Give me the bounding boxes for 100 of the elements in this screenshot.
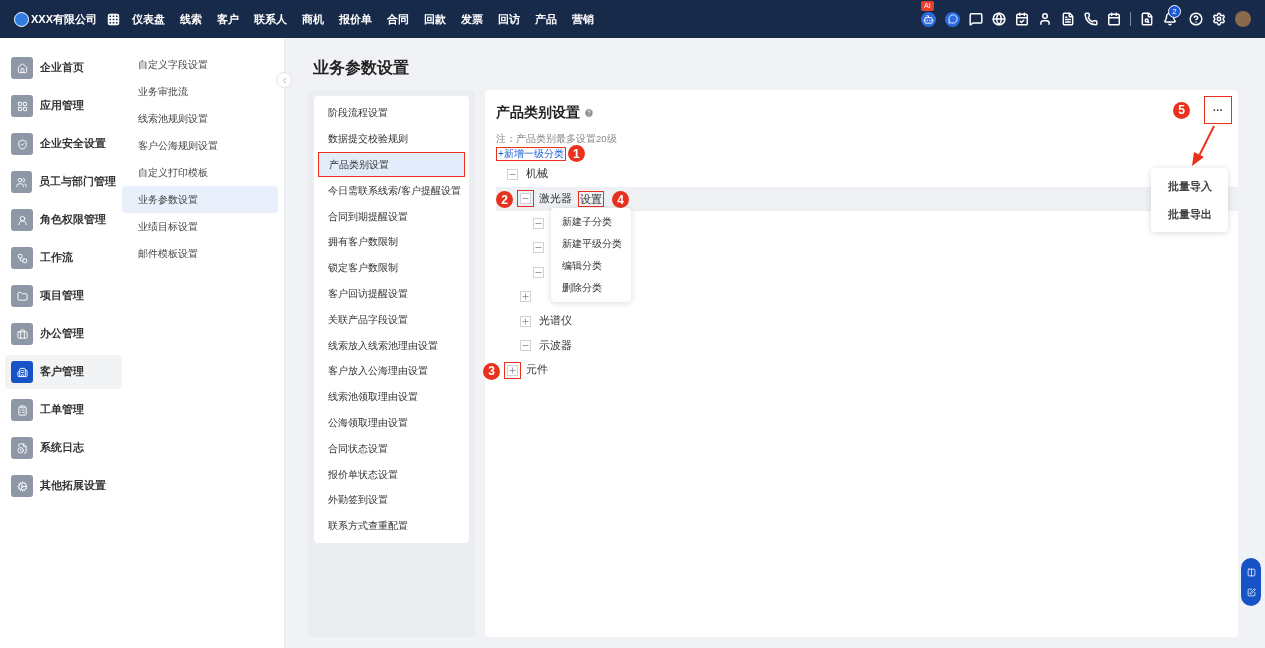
settings-link[interactable]: 设置: [578, 190, 604, 207]
sidebar-item[interactable]: 企业首页: [5, 51, 122, 85]
category-label[interactable]: 元件: [526, 362, 548, 379]
settings-item[interactable]: 锁定客户数限制: [318, 254, 465, 281]
settings-item[interactable]: 拥有客户数限制: [318, 229, 465, 255]
sidebar-item[interactable]: 系统日志: [5, 431, 122, 465]
settings-icon[interactable]: [1212, 12, 1226, 26]
settings-item[interactable]: 合同到期提醒设置: [318, 203, 465, 229]
menu-item[interactable]: 编辑分类: [551, 254, 631, 277]
collapse-toggle[interactable]: [520, 193, 531, 205]
avatar[interactable]: [1235, 11, 1251, 27]
submenu-item[interactable]: 线索池规则设置: [122, 105, 278, 132]
category-label[interactable]: 光谱仪: [539, 313, 572, 330]
sidebar-item[interactable]: 应用管理: [5, 89, 122, 123]
notification-badge: 2: [1168, 5, 1181, 18]
sidebar-item[interactable]: 办公管理: [5, 317, 122, 351]
settings-item[interactable]: 客户回访提醒设置: [318, 280, 465, 307]
edit-icon[interactable]: [1246, 587, 1256, 597]
settings-item[interactable]: 报价单状态设置: [318, 461, 465, 487]
calendar-icon[interactable]: [1107, 12, 1121, 26]
step-marker: 2: [496, 191, 513, 209]
submenu-item[interactable]: 客户公海规则设置: [122, 132, 278, 159]
calendar-check-icon[interactable]: [1015, 12, 1029, 26]
nav-link[interactable]: 回访: [498, 10, 520, 28]
nav-link[interactable]: 回款: [424, 10, 446, 28]
expand-toggle[interactable]: [507, 364, 518, 376]
apps-icon[interactable]: [107, 12, 120, 26]
panel-icon[interactable]: [1246, 567, 1256, 577]
submenu-item[interactable]: 邮件模板设置: [122, 240, 278, 267]
settings-item[interactable]: 关联产品字段设置: [318, 306, 465, 333]
sidebar-item[interactable]: 员工与部门管理: [5, 165, 122, 199]
globe-icon[interactable]: [992, 12, 1006, 26]
message-button[interactable]: [945, 11, 960, 27]
chat-icon[interactable]: [969, 12, 983, 26]
assistant-button[interactable]: [921, 11, 936, 27]
menu-item[interactable]: 批量导出: [1151, 200, 1228, 228]
expand-toggle[interactable]: [520, 315, 531, 327]
collapse-toggle[interactable]: [520, 340, 531, 352]
company-name: XXX有限公司: [31, 11, 97, 27]
sidebar-item[interactable]: 角色权限管理: [5, 203, 122, 237]
nav-link[interactable]: 合同: [387, 10, 409, 28]
phone-icon[interactable]: [1084, 12, 1098, 26]
expand-toggle[interactable]: [520, 291, 531, 303]
document-icon[interactable]: [1061, 12, 1075, 26]
sidebar-item[interactable]: 工单管理: [5, 393, 122, 427]
settings-item[interactable]: 数据提交校验规则: [318, 125, 465, 152]
sidebar-item[interactable]: 项目管理: [5, 279, 122, 313]
menu-item[interactable]: 批量导入: [1151, 172, 1228, 200]
settings-item[interactable]: 联系方式查重配置: [318, 512, 465, 539]
submenu-item[interactable]: 自定义字段设置: [122, 51, 278, 78]
nav-link[interactable]: 营销: [572, 10, 594, 28]
add-category-link[interactable]: +新增一级分类: [496, 146, 566, 161]
robot-icon: [923, 13, 934, 25]
nav-link[interactable]: 联系人: [254, 10, 287, 28]
collapse-toggle[interactable]: [533, 242, 544, 254]
bell-icon[interactable]: [1163, 12, 1177, 26]
collapse-toggle[interactable]: [533, 217, 544, 229]
settings-item[interactable]: 线索池领取理由设置: [318, 383, 465, 410]
menu-item[interactable]: 新建子分类: [551, 210, 631, 233]
sidebar-item[interactable]: 工作流: [5, 241, 122, 275]
settings-item[interactable]: 合同状态设置: [318, 435, 465, 462]
submenu-item[interactable]: 业务参数设置: [122, 186, 278, 213]
chat-bubble-icon: [947, 14, 958, 24]
collapse-toggle[interactable]: [533, 266, 544, 278]
menu-item[interactable]: 新建平级分类: [551, 232, 631, 255]
sidebar-item[interactable]: 其他拓展设置: [5, 469, 122, 503]
clipboard-icon: [16, 404, 28, 416]
settings-item[interactable]: 公海领取理由设置: [318, 409, 465, 436]
home-icon: [16, 62, 28, 74]
nav-link[interactable]: 发票: [461, 10, 483, 28]
category-label[interactable]: 激光器: [539, 190, 572, 207]
sidebar-item[interactable]: 企业安全设置: [5, 127, 122, 161]
nav-link[interactable]: 商机: [302, 10, 324, 28]
more-button[interactable]: ···: [1204, 96, 1232, 124]
nav-link[interactable]: 客户: [217, 10, 239, 28]
settings-item[interactable]: 产品类别设置: [318, 151, 465, 178]
sidebar-item[interactable]: 客户管理: [5, 355, 122, 389]
submenu-item[interactable]: 自定义打印模板: [122, 159, 278, 186]
nav-link[interactable]: 报价单: [339, 10, 372, 28]
user-icon[interactable]: [1038, 12, 1052, 26]
card-title: 产品类别设置: [496, 103, 580, 122]
submenu-item[interactable]: 业绩目标设置: [122, 213, 278, 240]
submenu-item[interactable]: 业务审批流: [122, 78, 278, 105]
settings-item[interactable]: 线索放入线索池理由设置: [318, 332, 465, 358]
settings-item[interactable]: 外勤签到设置: [318, 486, 465, 513]
settings-item[interactable]: 客户放入公海理由设置: [318, 357, 465, 384]
users-icon: [16, 176, 27, 188]
help-icon[interactable]: [1189, 12, 1203, 26]
nav-link[interactable]: 产品: [535, 10, 557, 28]
step-marker: 3: [483, 362, 500, 380]
settings-item[interactable]: 阶段流程设置: [318, 100, 465, 126]
category-label[interactable]: 示波器: [539, 337, 572, 354]
nav-link[interactable]: 线索: [180, 10, 202, 28]
settings-item[interactable]: 今日需联系线索/客户提醒设置: [318, 177, 465, 204]
cog-icon: [16, 480, 28, 492]
report-icon[interactable]: [1140, 12, 1154, 26]
category-label[interactable]: 机械: [526, 166, 548, 183]
collapse-toggle[interactable]: [507, 168, 518, 180]
menu-item[interactable]: 删除分类: [551, 276, 631, 299]
nav-link[interactable]: 仪表盘: [132, 10, 165, 28]
